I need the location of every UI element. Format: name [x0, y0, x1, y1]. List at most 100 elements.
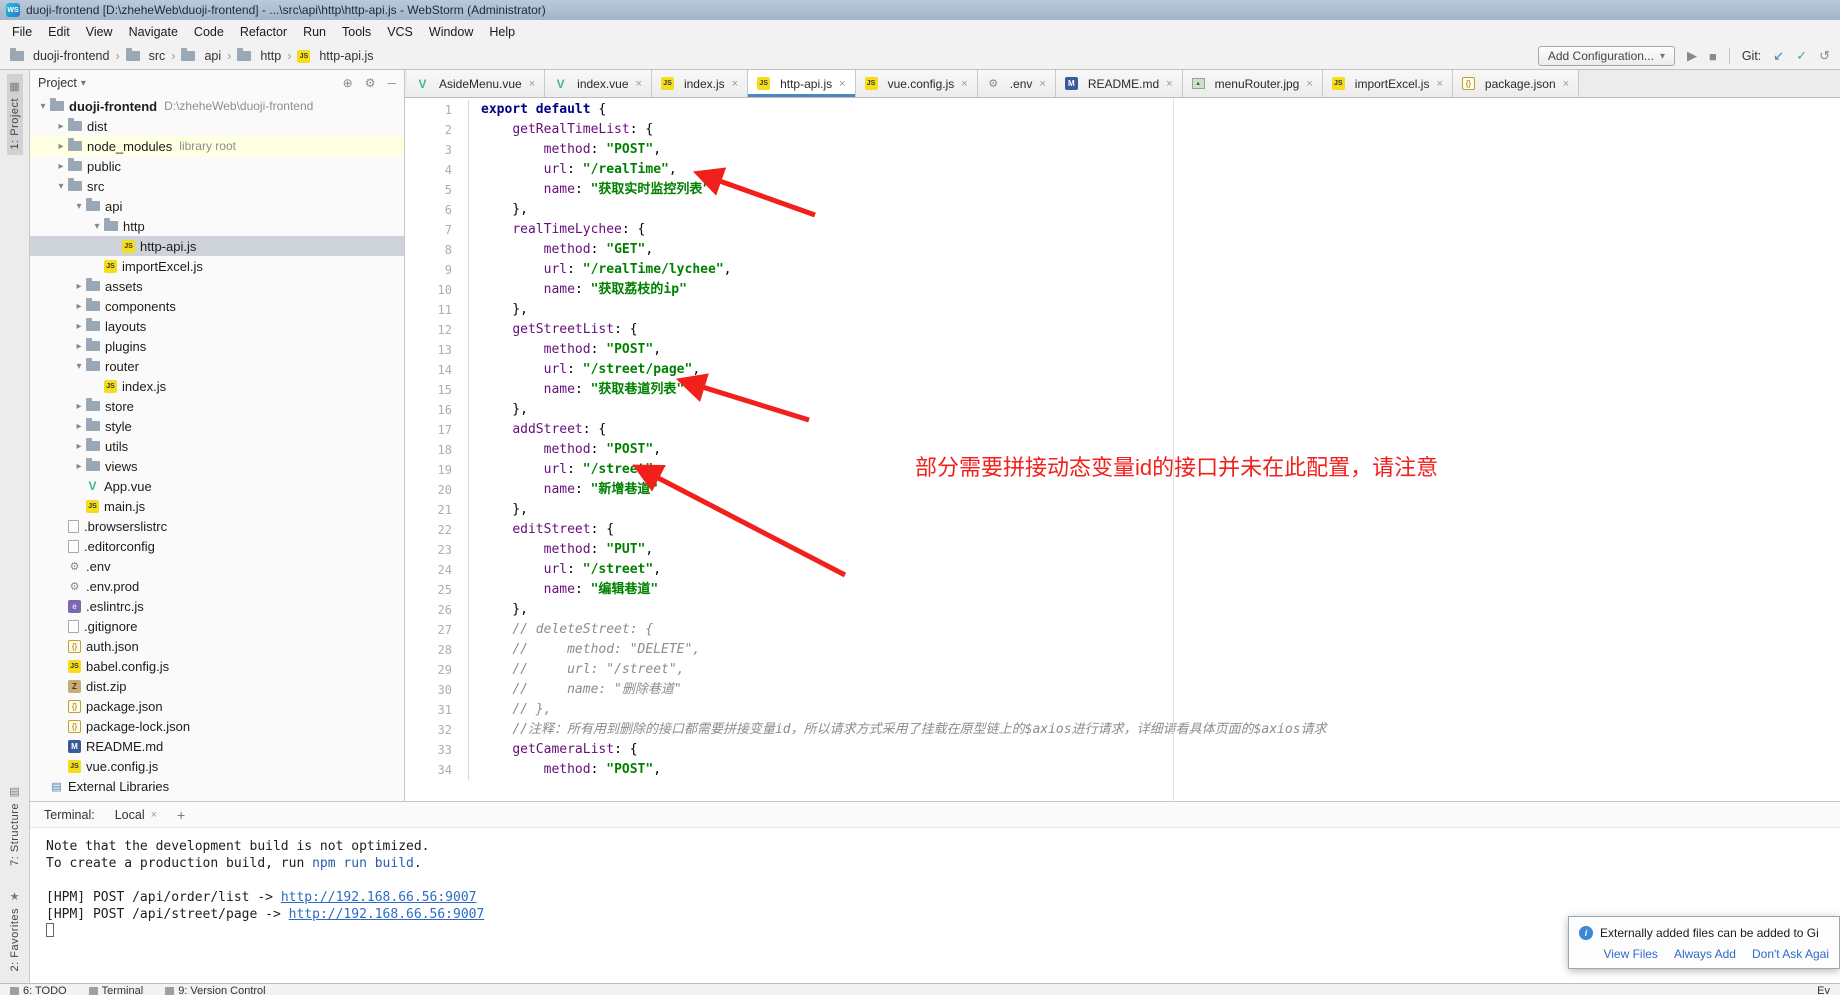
- close-icon[interactable]: ×: [151, 809, 157, 821]
- statusbar-terminal[interactable]: Terminal: [89, 985, 144, 995]
- tree-item-duoji-frontend[interactable]: ▾duoji-frontendD:\zheheWeb\duoji-fronten…: [30, 96, 404, 116]
- tool-button-favorites[interactable]: ★ 2: Favorites: [7, 884, 23, 977]
- tree-item-dist[interactable]: ▸dist: [30, 116, 404, 136]
- chevron-right-icon[interactable]: ▸: [72, 421, 86, 432]
- notification-action-don-t-ask-agai[interactable]: Don't Ask Agai: [1752, 947, 1829, 961]
- add-configuration-button[interactable]: Add Configuration... ▾: [1538, 46, 1675, 66]
- close-icon[interactable]: ×: [961, 78, 967, 90]
- close-icon[interactable]: ×: [1166, 78, 1172, 90]
- tree-item-plugins[interactable]: ▸plugins: [30, 336, 404, 356]
- gear-icon[interactable]: ⚙: [365, 76, 376, 90]
- editor-tab-.env[interactable]: ⚙.env×: [978, 70, 1056, 97]
- git-rollback-icon[interactable]: ↺: [1819, 48, 1830, 64]
- chevron-right-icon[interactable]: ▸: [54, 121, 68, 132]
- chevron-right-icon[interactable]: ▸: [72, 441, 86, 452]
- editor-tab-index.vue[interactable]: Vindex.vue×: [545, 70, 652, 97]
- close-icon[interactable]: ×: [1563, 78, 1569, 90]
- tree-item-dist.zip[interactable]: Zdist.zip: [30, 676, 404, 696]
- editor[interactable]: 1234567891011121314151617181920212223242…: [405, 98, 1840, 801]
- tree-item-views[interactable]: ▸views: [30, 456, 404, 476]
- chevron-right-icon[interactable]: ▸: [72, 301, 86, 312]
- menu-file[interactable]: File: [4, 23, 40, 41]
- tree-item-index.js[interactable]: JSindex.js: [30, 376, 404, 396]
- chevron-right-icon[interactable]: ▸: [72, 461, 86, 472]
- chevron-down-icon[interactable]: ▾: [72, 361, 86, 372]
- tree-item-.eslintrc.js[interactable]: e.eslintrc.js: [30, 596, 404, 616]
- tree-item-router[interactable]: ▾router: [30, 356, 404, 376]
- menu-view[interactable]: View: [78, 23, 121, 41]
- editor-tab-package.json[interactable]: {}package.json×: [1453, 70, 1579, 97]
- tree-item-src[interactable]: ▾src: [30, 176, 404, 196]
- tree-item-main.js[interactable]: JSmain.js: [30, 496, 404, 516]
- breadcrumb-item-http[interactable]: http: [237, 49, 281, 63]
- menu-refactor[interactable]: Refactor: [232, 23, 295, 41]
- chevron-down-icon[interactable]: ▾: [81, 78, 86, 89]
- menu-edit[interactable]: Edit: [40, 23, 78, 41]
- new-terminal-icon[interactable]: +: [177, 807, 185, 823]
- editor-gutter[interactable]: 1234567891011121314151617181920212223242…: [405, 100, 469, 780]
- hide-panel-icon[interactable]: ─: [387, 76, 396, 90]
- chevron-right-icon[interactable]: ▸: [72, 321, 86, 332]
- tree-item-.gitignore[interactable]: .gitignore: [30, 616, 404, 636]
- chevron-right-icon[interactable]: ▸: [54, 161, 68, 172]
- git-commit-icon[interactable]: ✓: [1796, 48, 1807, 64]
- tree-item-http[interactable]: ▾http: [30, 216, 404, 236]
- tree-item-store[interactable]: ▸store: [30, 396, 404, 416]
- breadcrumb-item-src[interactable]: src: [126, 49, 166, 63]
- chevron-right-icon[interactable]: ▸: [72, 281, 86, 292]
- close-icon[interactable]: ×: [1306, 78, 1312, 90]
- close-icon[interactable]: ×: [732, 78, 738, 90]
- tree-item-babel.config.js[interactable]: JSbabel.config.js: [30, 656, 404, 676]
- tree-item-style[interactable]: ▸style: [30, 416, 404, 436]
- chevron-right-icon[interactable]: ▸: [54, 141, 68, 152]
- chevron-down-icon[interactable]: ▾: [54, 181, 68, 192]
- close-icon[interactable]: ×: [1436, 78, 1442, 90]
- tree-item-.env[interactable]: ⚙.env: [30, 556, 404, 576]
- chevron-right-icon[interactable]: ▸: [72, 341, 86, 352]
- chevron-down-icon[interactable]: ▾: [90, 221, 104, 232]
- tree-item-.editorconfig[interactable]: .editorconfig: [30, 536, 404, 556]
- tree-item-vue.config.js[interactable]: JSvue.config.js: [30, 756, 404, 776]
- breadcrumb-item-duoji-frontend[interactable]: duoji-frontend: [10, 49, 109, 63]
- editor-tab-vue.config.js[interactable]: JSvue.config.js×: [856, 70, 978, 97]
- chevron-right-icon[interactable]: ▸: [72, 401, 86, 412]
- tree-item-package-lock.json[interactable]: {}package-lock.json: [30, 716, 404, 736]
- tree-item-README.md[interactable]: MREADME.md: [30, 736, 404, 756]
- menu-navigate[interactable]: Navigate: [121, 23, 186, 41]
- project-panel-title[interactable]: Project: [38, 76, 77, 90]
- tree-item-api[interactable]: ▾api: [30, 196, 404, 216]
- statusbar-event-log[interactable]: Ev: [1817, 985, 1830, 995]
- editor-tab-menuRouter.jpg[interactable]: ▲menuRouter.jpg×: [1183, 70, 1323, 97]
- close-icon[interactable]: ×: [839, 78, 845, 90]
- statusbar-9-version-control[interactable]: 9: Version Control: [165, 985, 265, 995]
- tree-item-importExcel.js[interactable]: JSimportExcel.js: [30, 256, 404, 276]
- terminal-link[interactable]: http://192.168.66.56:9007: [281, 890, 477, 905]
- tree-item-App.vue[interactable]: VApp.vue: [30, 476, 404, 496]
- tool-button-structure[interactable]: ▤ 7: Structure: [7, 779, 23, 872]
- editor-tab-http-api.js[interactable]: JShttp-api.js×: [748, 70, 855, 97]
- tree-item-layouts[interactable]: ▸layouts: [30, 316, 404, 336]
- menu-run[interactable]: Run: [295, 23, 334, 41]
- breadcrumb-item-http-api.js[interactable]: JShttp-api.js: [297, 49, 373, 63]
- tree-item-public[interactable]: ▸public: [30, 156, 404, 176]
- menu-code[interactable]: Code: [186, 23, 232, 41]
- code-editor[interactable]: export default { getRealTimeList: { meth…: [469, 100, 1840, 780]
- breadcrumb-item-api[interactable]: api: [181, 49, 221, 63]
- tree-item-utils[interactable]: ▸utils: [30, 436, 404, 456]
- editor-tab-README.md[interactable]: MREADME.md×: [1056, 70, 1183, 97]
- stop-icon[interactable]: ■: [1709, 49, 1717, 64]
- menu-window[interactable]: Window: [421, 23, 481, 41]
- editor-tab-importExcel.js[interactable]: JSimportExcel.js×: [1323, 70, 1453, 97]
- tool-button-project[interactable]: ▦ 1: Project: [7, 74, 23, 155]
- git-update-icon[interactable]: ↙: [1773, 48, 1784, 64]
- terminal-tab-local[interactable]: Local ×: [107, 806, 165, 824]
- tree-item-components[interactable]: ▸components: [30, 296, 404, 316]
- notification-action-view-files[interactable]: View Files: [1603, 947, 1657, 961]
- tree-item-auth.json[interactable]: {}auth.json: [30, 636, 404, 656]
- menu-help[interactable]: Help: [481, 23, 523, 41]
- tree-item-.env.prod[interactable]: ⚙.env.prod: [30, 576, 404, 596]
- close-icon[interactable]: ×: [529, 78, 535, 90]
- editor-tab-AsideMenu.vue[interactable]: VAsideMenu.vue×: [407, 70, 545, 97]
- close-icon[interactable]: ×: [1039, 78, 1045, 90]
- menu-vcs[interactable]: VCS: [379, 23, 421, 41]
